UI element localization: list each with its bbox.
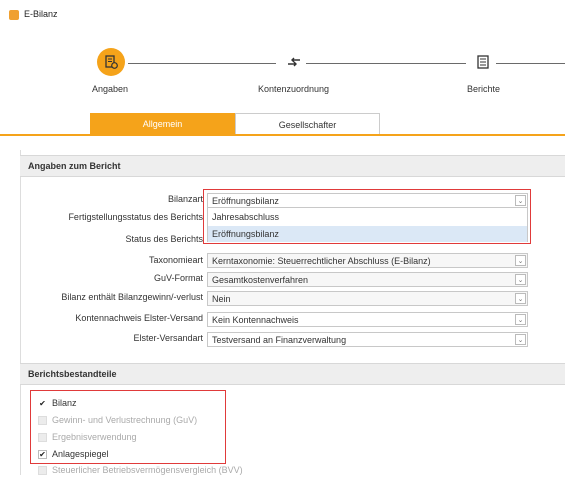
tab-underline (0, 134, 565, 136)
chevron-down-icon[interactable]: ⌄ (515, 274, 526, 285)
section-header-components: Berichtsbestandteile (20, 363, 565, 385)
kontennachweis-value: Kein Kontennachweis (212, 314, 299, 325)
chevron-down-icon[interactable]: ⌄ (515, 334, 526, 345)
app-icon (9, 10, 19, 20)
checkbox-bvv (38, 465, 47, 475)
guv-format-value: Gesamtkostenverfahren (212, 274, 309, 285)
dropdown-option-jahresabschluss[interactable]: Jahresabschluss (208, 209, 527, 225)
bilanzgewinn-select[interactable]: Nein ⌄ (207, 291, 528, 306)
bilanzart-dropdown-list: Jahresabschluss Eröffnungsbilanz (207, 208, 528, 242)
arrows-exchange-icon[interactable] (286, 54, 302, 73)
section-header-report-info: Angaben zum Bericht (20, 155, 565, 177)
checkbox-bilanz[interactable]: ✔ (38, 398, 47, 408)
field-label-bilanzart: Bilanzart (167, 194, 203, 204)
field-label-guv-format: GuV-Format (153, 273, 203, 283)
bilanzart-value: Eröffnungsbilanz (212, 195, 279, 206)
checkbox-row-anlagespiegel[interactable]: ✔ Anlagespiegel (38, 447, 109, 461)
dropdown-option-eroeffnungsbilanz[interactable]: Eröffnungsbilanz (208, 226, 527, 242)
step-angaben-button[interactable] (97, 48, 125, 76)
checkbox-row-guv: Gewinn- und Verlustrechnung (GuV) (38, 413, 197, 427)
step-label-kontenzuordnung[interactable]: Kontenzuordnung (258, 84, 329, 94)
step-label-angaben[interactable]: Angaben (92, 84, 128, 94)
checkbox-label-bvv: Steuerlicher Betriebsvermögensvergleich … (52, 465, 243, 475)
checkbox-anlagespiegel[interactable]: ✔ (38, 449, 47, 459)
step-connector (306, 63, 466, 64)
field-label-elster-versandart: Elster-Versandart (133, 333, 203, 343)
checkbox-row-bilanz[interactable]: ✔ Bilanz (38, 396, 77, 410)
elster-versandart-value: Testversand an Finanzverwaltung (212, 334, 347, 345)
bilanzgewinn-value: Nein (212, 293, 231, 304)
field-label-kontennachweis: Kontennachweis Elster-Versand (75, 313, 203, 323)
checkbox-row-bvv: Steuerlicher Betriebsvermögensvergleich … (38, 463, 243, 477)
chevron-down-icon[interactable]: ⌄ (515, 195, 526, 206)
title-bar: E-Bilanz (0, 0, 565, 30)
document-gear-icon (105, 55, 118, 69)
field-label-status: Status des Berichts (125, 234, 203, 244)
checkbox-label-anlagespiegel: Anlagespiegel (52, 449, 109, 459)
checkbox-label-guv: Gewinn- und Verlustrechnung (GuV) (52, 415, 198, 425)
chevron-down-icon[interactable]: ⌄ (515, 255, 526, 266)
field-label-bilanzgewinn: Bilanz enthält Bilanzgewinn/-verlust (61, 292, 203, 302)
window-title: E-Bilanz (24, 9, 58, 19)
tab-gesellschafter[interactable]: Gesellschafter (235, 113, 380, 135)
checkbox-guv (38, 415, 47, 425)
checkbox-label-bilanz: Bilanz (52, 398, 77, 408)
taxonomieart-value: Kerntaxonomie: Steuerrechtlicher Abschlu… (212, 255, 431, 266)
checkbox-row-ergebnisverwendung: Ergebnisverwendung (38, 430, 137, 444)
chevron-down-icon[interactable]: ⌄ (515, 293, 526, 304)
report-icon[interactable] (475, 54, 491, 73)
step-label-berichte[interactable]: Berichte (467, 84, 500, 94)
kontennachweis-select[interactable]: Kein Kontennachweis ⌄ (207, 312, 528, 327)
bilanzart-select[interactable]: Eröffnungsbilanz ⌄ (207, 193, 528, 208)
step-connector (496, 63, 565, 64)
chevron-down-icon[interactable]: ⌄ (515, 314, 526, 325)
taxonomieart-select[interactable]: Kerntaxonomie: Steuerrechtlicher Abschlu… (207, 253, 528, 268)
field-label-taxonomieart: Taxonomieart (148, 255, 203, 265)
field-label-fertigstellungsstatus: Fertigstellungsstatus des Berichts (68, 212, 203, 222)
step-connector (128, 63, 276, 64)
guv-format-select[interactable]: Gesamtkostenverfahren ⌄ (207, 272, 528, 287)
tab-allgemein[interactable]: Allgemein (90, 113, 235, 135)
elster-versandart-select[interactable]: Testversand an Finanzverwaltung ⌄ (207, 332, 528, 347)
checkbox-label-ergebnisverwendung: Ergebnisverwendung (52, 432, 137, 442)
checkbox-ergebnisverwendung (38, 432, 47, 442)
